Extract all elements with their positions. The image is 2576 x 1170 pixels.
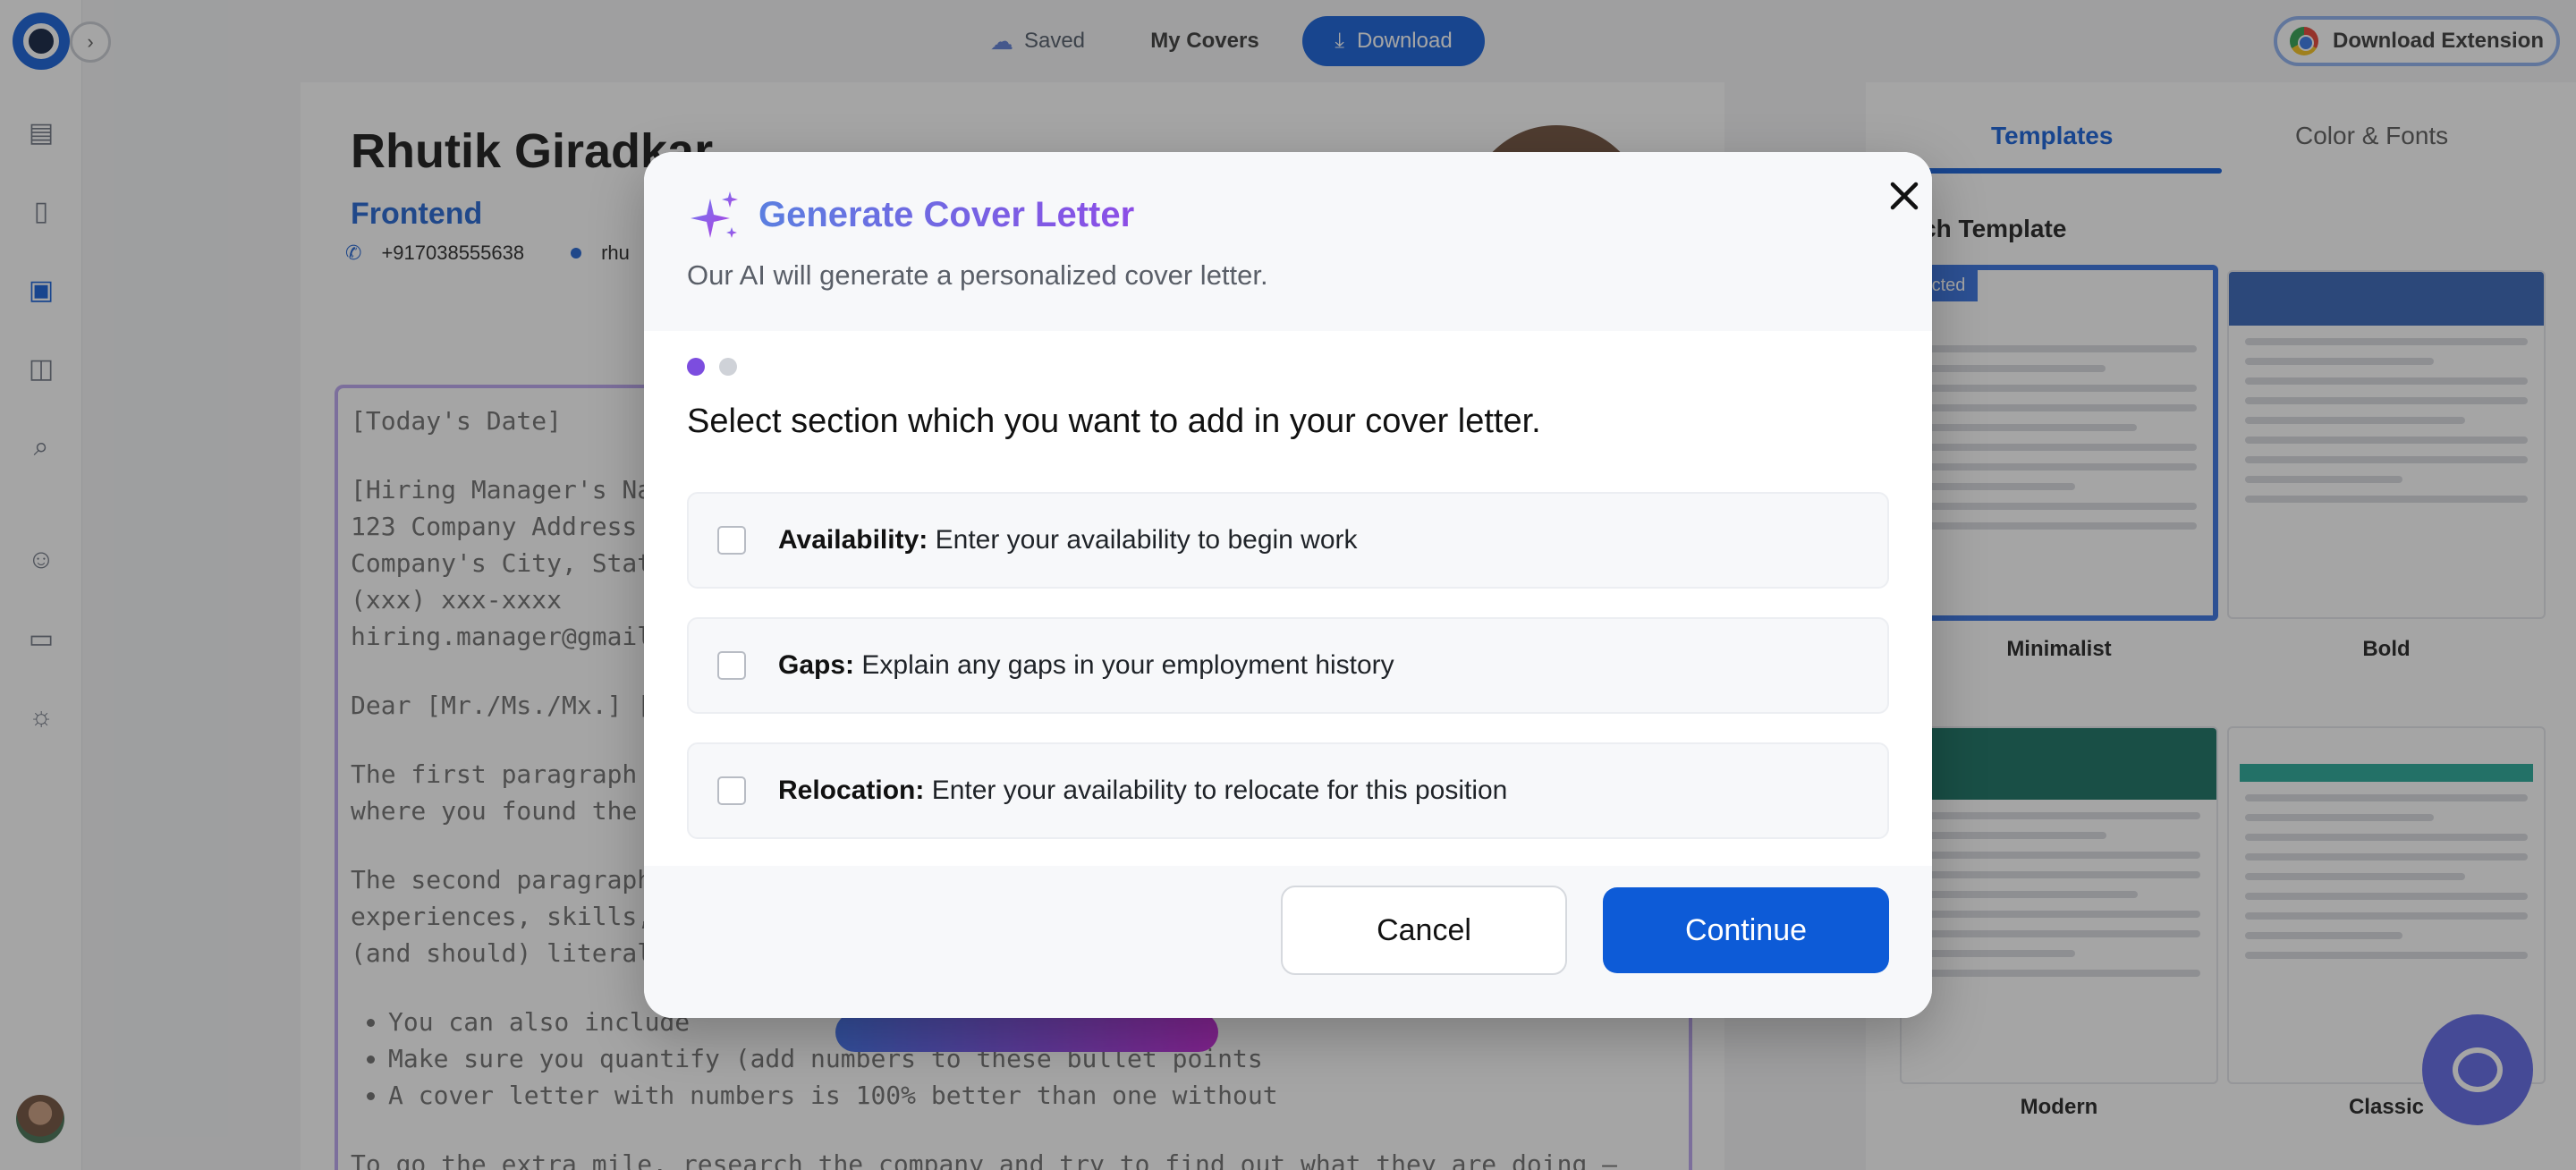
option-label: Relocation: xyxy=(778,776,925,805)
option-label: Availability: xyxy=(778,525,928,555)
generate-cover-letter-modal: Generate Cover Letter Our AI will genera… xyxy=(644,152,1932,1018)
option-text: Gaps: Explain any gaps in your employmen… xyxy=(778,650,1394,681)
modal-title: Generate Cover Letter xyxy=(758,195,1135,234)
continue-button[interactable]: Continue xyxy=(1603,887,1889,973)
gaps-checkbox[interactable] xyxy=(717,651,746,680)
step-indicator-active xyxy=(687,358,705,376)
option-label: Gaps: xyxy=(778,650,855,680)
option-text: Availability: Enter your availability to… xyxy=(778,525,1358,555)
close-button[interactable] xyxy=(1873,165,1932,227)
option-relocation[interactable]: Relocation: Enter your availability to r… xyxy=(687,742,1889,839)
relocation-checkbox[interactable] xyxy=(717,776,746,805)
option-gaps[interactable]: Gaps: Explain any gaps in your employmen… xyxy=(687,617,1889,714)
close-icon xyxy=(1890,182,1919,210)
step-indicator-inactive xyxy=(719,358,737,376)
cancel-button[interactable]: Cancel xyxy=(1281,886,1567,975)
option-description: Enter your availability to begin work xyxy=(935,525,1358,555)
sparkles-icon xyxy=(691,191,738,238)
option-text: Relocation: Enter your availability to r… xyxy=(778,776,1507,806)
availability-checkbox[interactable] xyxy=(717,526,746,555)
option-description: Explain any gaps in your employment hist… xyxy=(861,650,1394,680)
section-question: Select section which you want to add in … xyxy=(687,403,1541,440)
option-description: Enter your availability to relocate for … xyxy=(931,776,1508,805)
modal-header: Generate Cover Letter Our AI will genera… xyxy=(644,152,1932,331)
modal-subtitle: Our AI will generate a personalized cove… xyxy=(687,259,1268,291)
modal-footer: Cancel Continue xyxy=(644,866,1932,1018)
option-availability[interactable]: Availability: Enter your availability to… xyxy=(687,492,1889,589)
